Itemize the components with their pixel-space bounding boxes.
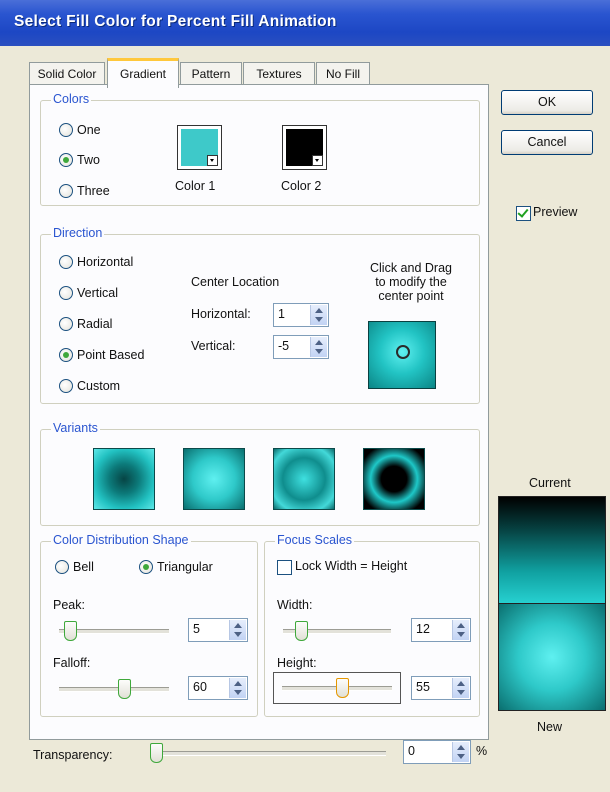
radio-vertical[interactable]: Vertical — [59, 284, 118, 302]
radio-three[interactable]: Three — [59, 182, 110, 200]
radio-two[interactable]: Two — [59, 151, 100, 169]
lock-width-height-checkbox[interactable] — [277, 560, 292, 575]
center-horizontal-stepper[interactable]: 1 — [273, 303, 329, 327]
center-vertical-label: Vertical: — [191, 339, 236, 353]
new-fill-preview — [498, 603, 606, 711]
tab-no-fill[interactable]: No Fill — [316, 62, 370, 85]
center-vertical-stepper[interactable]: -5 — [273, 335, 329, 359]
transparency-value: 0 — [408, 744, 415, 758]
center-vertical-value: -5 — [278, 339, 290, 353]
width-slider[interactable] — [283, 618, 391, 644]
distribution-group-title: Color Distribution Shape — [51, 533, 191, 547]
direction-group: Direction Horizontal Vertical Radial Poi… — [40, 226, 480, 404]
variant-3[interactable] — [273, 448, 335, 510]
cancel-button[interactable]: Cancel — [501, 130, 593, 155]
color2-picker[interactable] — [282, 125, 327, 170]
transparency-unit: % — [476, 744, 488, 758]
height-slider-thumb[interactable] — [335, 678, 349, 698]
hint-line-2: to modify the — [375, 275, 447, 289]
lock-width-height-label: Lock Width = Height — [295, 559, 408, 573]
window-title: Select Fill Color for Percent Fill Anima… — [14, 13, 337, 30]
center-horizontal-label: Horizontal: — [191, 307, 251, 321]
falloff-label: Falloff: — [53, 656, 91, 670]
current-fill-preview — [498, 496, 606, 604]
width-label: Width: — [277, 598, 313, 612]
falloff-stepper[interactable]: 60 — [188, 676, 248, 700]
colors-group-title: Colors — [51, 92, 92, 106]
colors-group: Colors One Two Three Color 1 Color 2 — [40, 92, 480, 206]
radio-radial[interactable]: Radial — [59, 315, 112, 333]
focus-group-title: Focus Scales — [275, 533, 355, 547]
transparency-slider-thumb[interactable] — [150, 743, 163, 763]
color2-dropdown-icon — [312, 155, 323, 166]
width-stepper[interactable]: 12 — [411, 618, 471, 642]
new-label: New — [537, 720, 563, 734]
tab-solid-color[interactable]: Solid Color — [29, 62, 105, 85]
ok-button[interactable]: OK — [501, 90, 593, 115]
falloff-slider-track — [59, 687, 169, 692]
tab-pattern[interactable]: Pattern — [180, 62, 242, 85]
variants-group-title: Variants — [51, 421, 100, 435]
tab-textures[interactable]: Textures — [243, 62, 315, 85]
transparency-slider[interactable] — [150, 740, 386, 766]
center-vertical-spin-icon[interactable] — [310, 337, 327, 357]
gradient-panel: Colors One Two Three Color 1 Color 2 Dir… — [29, 84, 489, 740]
peak-label: Peak: — [53, 598, 85, 612]
peak-stepper[interactable]: 5 — [188, 618, 248, 642]
falloff-value: 60 — [193, 680, 207, 694]
center-horizontal-spin-icon[interactable] — [310, 305, 327, 325]
hint-line-1: Click and Drag — [370, 261, 452, 275]
peak-slider[interactable] — [59, 618, 169, 644]
color1-dropdown-icon — [207, 155, 218, 166]
radio-point-based[interactable]: Point Based — [59, 346, 144, 364]
center-horizontal-value: 1 — [278, 307, 285, 321]
tab-gradient[interactable]: Gradient — [107, 58, 179, 88]
hint-line-3: center point — [378, 289, 444, 303]
transparency-slider-track — [150, 751, 386, 756]
variant-1[interactable] — [93, 448, 155, 510]
falloff-slider-thumb[interactable] — [117, 679, 131, 699]
distribution-group: Color Distribution Shape Bell Triangular… — [40, 533, 258, 717]
transparency-stepper[interactable]: 0 — [403, 740, 471, 764]
title-bar[interactable]: Select Fill Color for Percent Fill Anima… — [0, 0, 610, 46]
height-spin-icon[interactable] — [452, 678, 469, 698]
preview-label: Preview — [533, 205, 578, 219]
width-spin-icon[interactable] — [452, 620, 469, 640]
focus-scales-group: Focus Scales Lock Width = Height Width: … — [264, 533, 480, 717]
transparency-spin-icon[interactable] — [452, 742, 469, 762]
width-slider-thumb[interactable] — [294, 621, 308, 641]
peak-slider-thumb[interactable] — [63, 621, 77, 641]
height-slider[interactable] — [273, 672, 401, 704]
height-value: 55 — [416, 680, 430, 694]
falloff-spin-icon[interactable] — [229, 678, 246, 698]
peak-spin-icon[interactable] — [229, 620, 246, 640]
radio-horizontal[interactable]: Horizontal — [59, 253, 133, 271]
color1-label: Color 1 — [175, 179, 216, 193]
height-stepper[interactable]: 55 — [411, 676, 471, 700]
variant-2[interactable] — [183, 448, 245, 510]
radio-custom[interactable]: Custom — [59, 377, 120, 395]
center-crosshair-icon[interactable] — [396, 345, 410, 359]
direction-group-title: Direction — [51, 226, 105, 240]
color1-picker[interactable] — [177, 125, 222, 170]
radio-one[interactable]: One — [59, 121, 101, 139]
falloff-slider[interactable] — [59, 676, 169, 702]
current-label: Current — [529, 476, 571, 490]
variant-4[interactable] — [363, 448, 425, 510]
width-value: 12 — [416, 622, 430, 636]
color2-label: Color 2 — [281, 179, 322, 193]
center-point-preview[interactable] — [368, 321, 436, 389]
radio-triangular[interactable]: Triangular — [139, 558, 213, 576]
variants-group: Variants — [40, 421, 480, 526]
dialog-window: Select Fill Color for Percent Fill Anima… — [0, 0, 610, 792]
preview-checkbox[interactable] — [516, 206, 531, 221]
center-location-label: Center Location — [191, 275, 280, 289]
peak-value: 5 — [193, 622, 200, 636]
radio-bell[interactable]: Bell — [55, 558, 94, 576]
transparency-label: Transparency: — [33, 748, 113, 762]
center-point-hint: Click and Drag to modify the center poin… — [361, 261, 461, 303]
height-label: Height: — [277, 656, 317, 670]
